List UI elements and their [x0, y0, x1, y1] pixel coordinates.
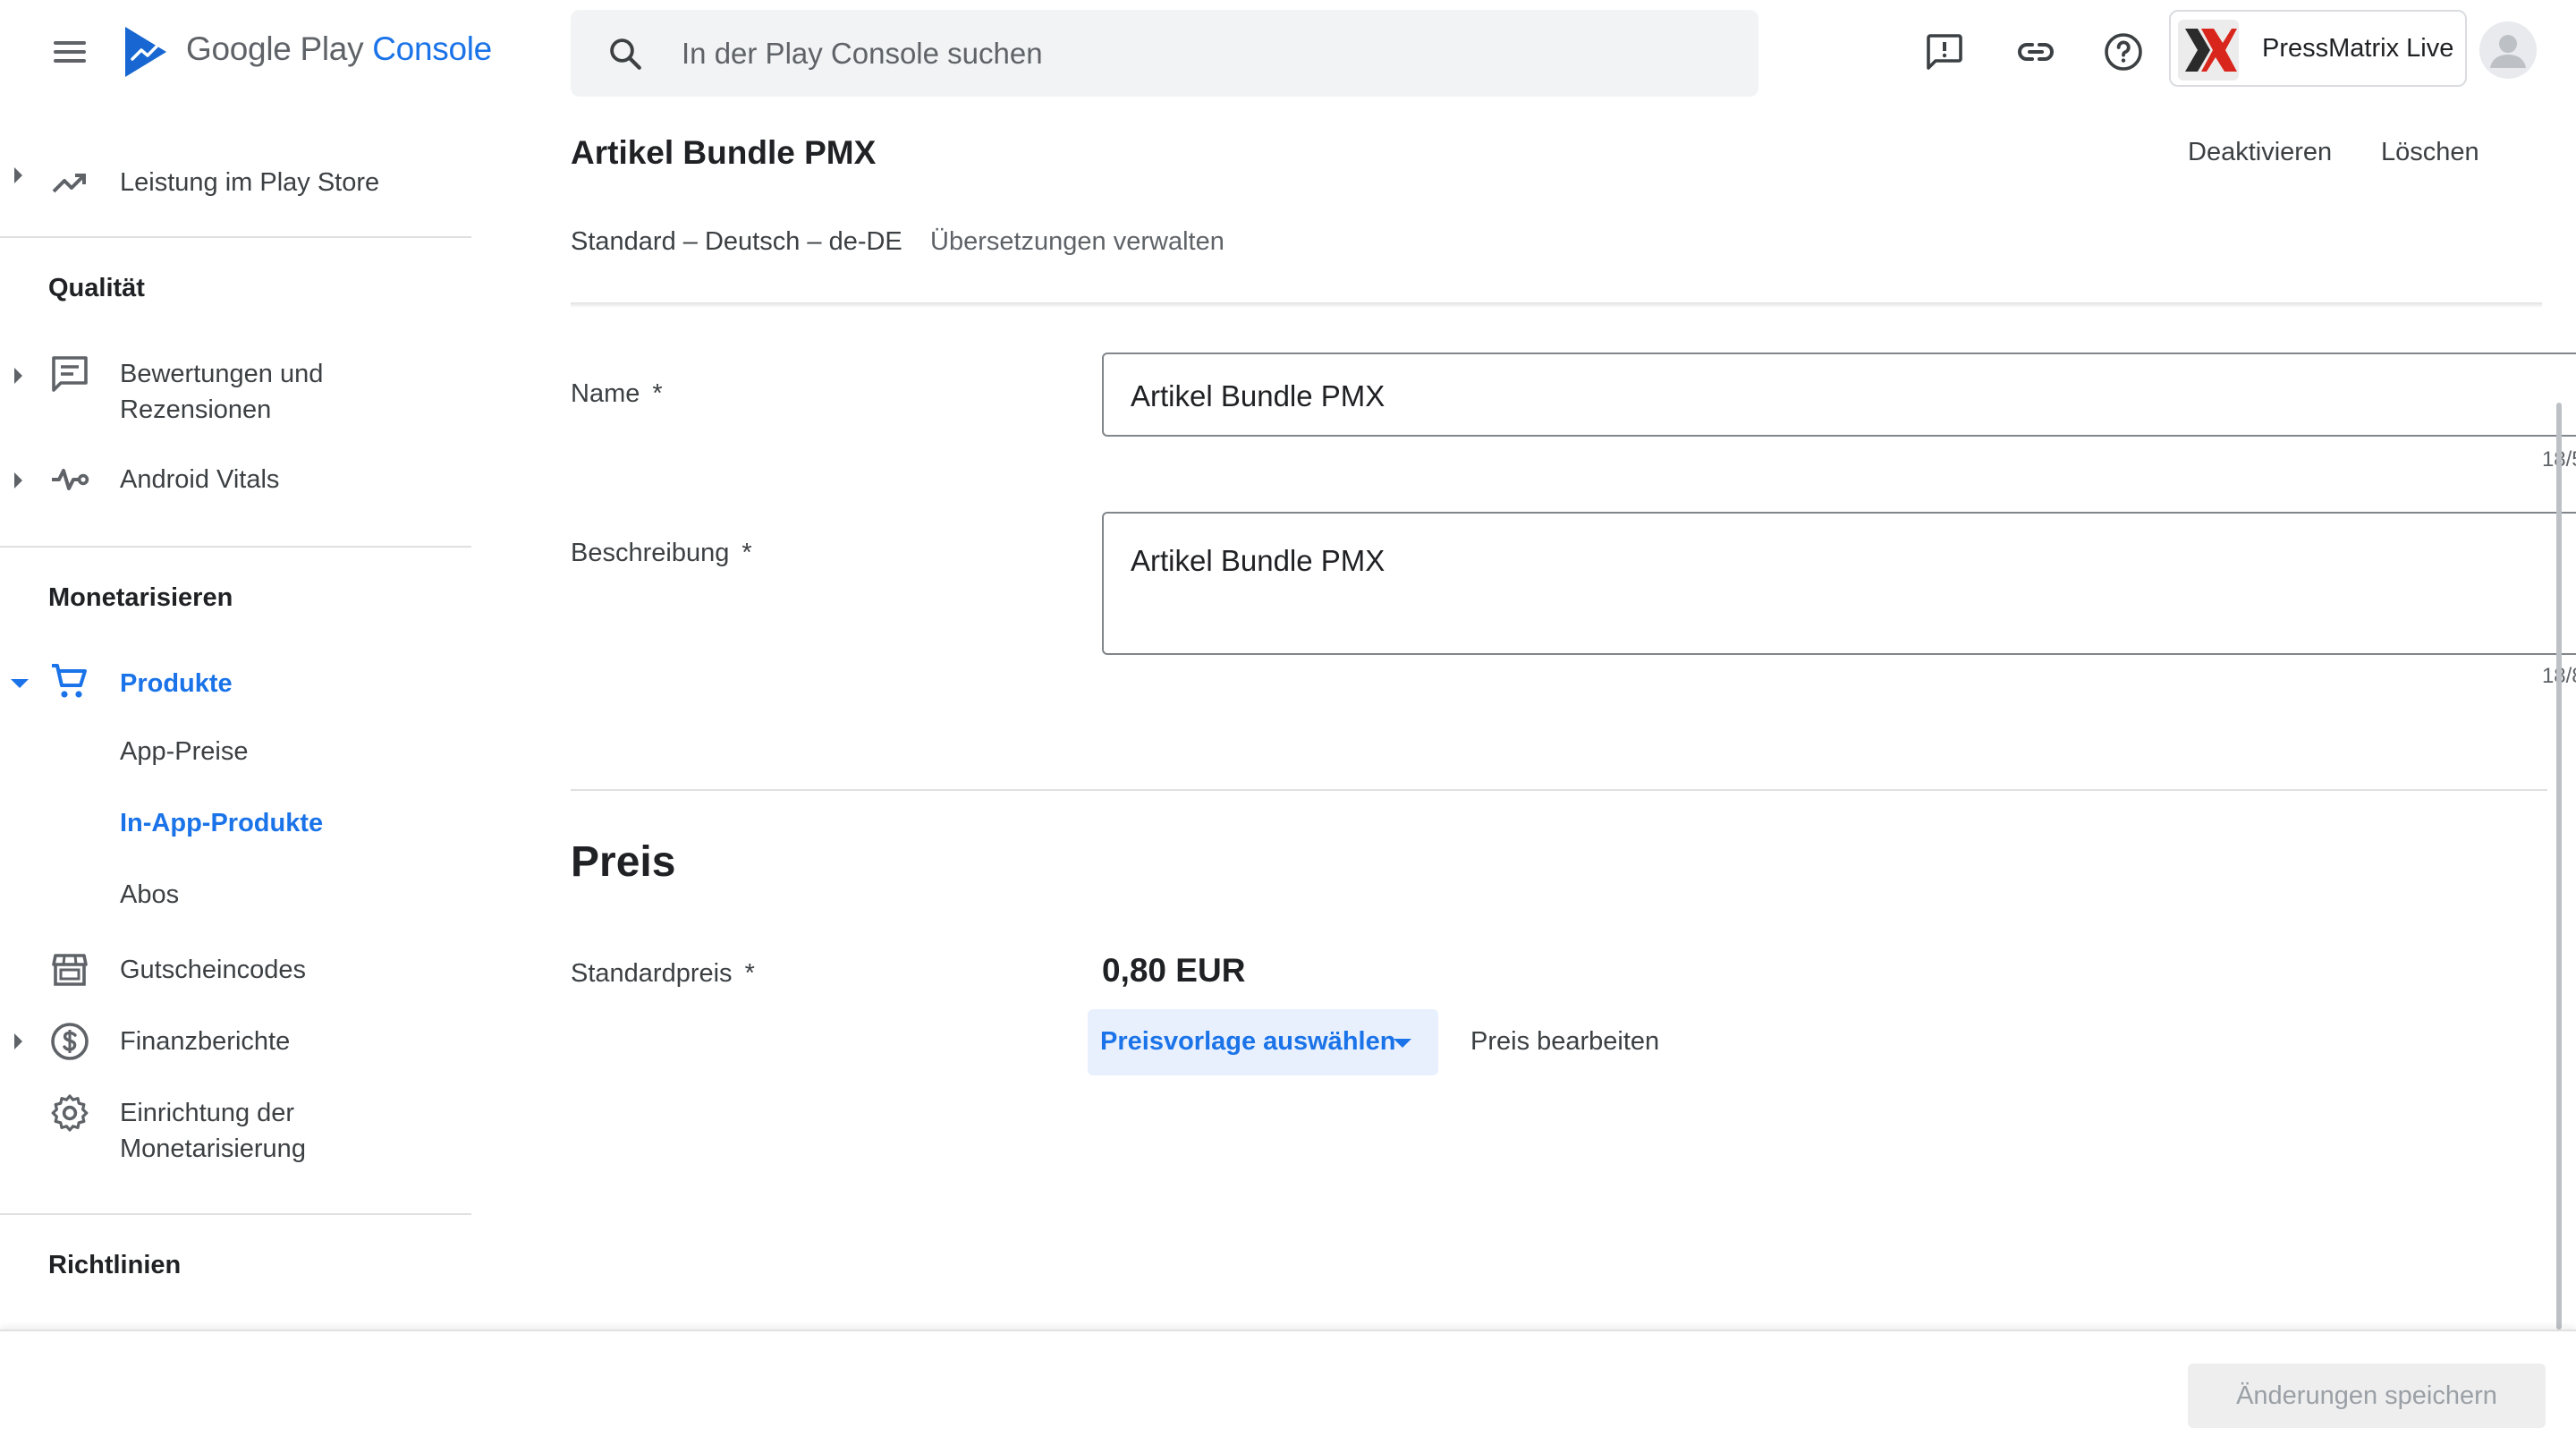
link-icon[interactable] — [2014, 30, 2057, 73]
deactivate-button[interactable]: Deaktivieren — [2188, 138, 2332, 167]
required-marker: * — [652, 379, 663, 408]
header-shadow-divider — [571, 302, 2542, 308]
search-icon — [610, 38, 641, 70]
menu-icon[interactable] — [45, 32, 95, 72]
name-label-text: Name — [571, 379, 640, 408]
footer-bar: Änderungen speichern — [0, 1330, 2576, 1453]
language-label: Standard – Deutsch – de-DE — [571, 227, 902, 256]
description-field[interactable]: Artikel Bundle PMX 18/80 — [1102, 512, 2576, 688]
save-changes-button[interactable]: Änderungen speichern — [2188, 1364, 2546, 1428]
sidebar-section-policy: Richtlinien — [48, 1251, 182, 1279]
sidebar-item-subscriptions[interactable]: Abos — [0, 867, 471, 930]
price-template-dropdown[interactable]: Preisvorlage auswählen — [1088, 1009, 1438, 1075]
name-field-label: Name * — [571, 379, 663, 409]
expand-arrow-icon[interactable] — [14, 1033, 22, 1049]
sidebar-item-label: Abos — [120, 880, 180, 909]
edit-price-button[interactable]: Preis bearbeiten — [1470, 1027, 1659, 1057]
sidebar-item-in-app-products[interactable]: In-App-Produkte — [0, 795, 471, 858]
gear-icon — [51, 1094, 89, 1132]
name-field-value[interactable]: Artikel Bundle PMX — [1131, 379, 1385, 413]
price-template-label: Preisvorlage auswählen — [1100, 1027, 1396, 1056]
dollar-icon — [51, 1023, 89, 1060]
price-section-title: Preis — [571, 838, 676, 886]
logo-console: Console — [372, 30, 492, 67]
help-icon[interactable] — [2102, 30, 2145, 73]
sidebar-item-label: App-Preise — [120, 737, 249, 766]
vitals-icon — [52, 469, 89, 490]
collapse-arrow-icon[interactable] — [11, 679, 29, 688]
sidebar-item-label: Finanzberichte — [120, 1027, 291, 1056]
app-logo-text: Google Play Console — [186, 30, 492, 68]
reviews-icon — [52, 356, 88, 392]
description-field-value[interactable]: Artikel Bundle PMX — [1131, 544, 1385, 578]
sidebar-item-label: Android Vitals — [120, 465, 280, 494]
sidebar-item-label: Leistung im Play Store — [120, 168, 380, 197]
logo-google-play: Google Play — [186, 30, 364, 67]
scrollbar-thumb[interactable] — [2556, 403, 2562, 1330]
account-name: PressMatrix Live — [2262, 34, 2454, 63]
sidebar-item-monetization-setup[interactable]: Einrichtung der Monetarisierung — [0, 1079, 471, 1177]
sidebar-item-label: Gutscheincodes — [120, 956, 306, 984]
expand-arrow-icon[interactable] — [14, 472, 22, 489]
sidebar-item-app-pricing[interactable]: App-Preise — [0, 724, 471, 786]
chevron-down-icon — [1394, 1039, 1411, 1048]
sidebar-item-products[interactable]: Produkte — [0, 650, 471, 718]
name-field[interactable]: Artikel Bundle PMX 18/55 — [1102, 353, 2576, 472]
default-price-label: Standardpreis * — [571, 959, 755, 989]
section-divider — [571, 789, 2547, 791]
default-price-label-text: Standardpreis — [571, 959, 733, 988]
sidebar-divider — [0, 236, 471, 238]
sidebar-divider — [0, 1213, 471, 1215]
top-app-bar: Google Play Console In der Play Console … — [0, 0, 2576, 104]
required-marker: * — [744, 959, 755, 988]
cart-icon — [52, 664, 87, 698]
sidebar-section-monetize: Monetarisieren — [48, 583, 233, 612]
sidebar-nav: Leistung im Play Store Qualität Bewertun… — [0, 104, 471, 1330]
page-title: Artikel Bundle PMX — [571, 134, 877, 171]
trending-up-icon — [52, 174, 86, 193]
delete-button[interactable]: Löschen — [2381, 138, 2479, 167]
sidebar-item-financial-reports[interactable]: Finanzberichte — [0, 1007, 471, 1075]
search-bar[interactable]: In der Play Console suchen — [571, 10, 1758, 97]
sidebar-item-label: Bewertungen und — [120, 360, 324, 388]
sidebar-item-store-performance[interactable]: Leistung im Play Store — [0, 149, 471, 217]
required-marker: * — [741, 539, 752, 567]
save-changes-label: Änderungen speichern — [2236, 1381, 2497, 1410]
user-avatar[interactable] — [2479, 21, 2537, 79]
description-label-text: Beschreibung — [571, 539, 730, 567]
feedback-icon[interactable] — [1923, 30, 1966, 73]
sidebar-item-label-line2: Monetarisierung — [120, 1134, 306, 1163]
sidebar-divider — [0, 546, 471, 548]
sidebar-item-ratings-reviews[interactable]: Bewertungen und Rezensionen — [0, 345, 471, 435]
sidebar-item-label: Produkte — [120, 669, 233, 698]
play-console-app: Google Play Console In der Play Console … — [0, 0, 2576, 1453]
description-field-label: Beschreibung * — [571, 539, 752, 568]
expand-arrow-icon[interactable] — [14, 368, 22, 384]
sidebar-item-label-line2: Rezensionen — [120, 395, 272, 424]
default-price-value: 0,80 EUR — [1102, 952, 1246, 989]
sidebar-item-label: Einrichtung der — [120, 1099, 295, 1127]
main-content: Artikel Bundle PMX Deaktivieren Löschen … — [571, 104, 2576, 1330]
sidebar-item-promo-codes[interactable]: Gutscheincodes — [0, 936, 471, 1004]
sidebar-section-quality: Qualität — [48, 274, 145, 302]
sidebar-item-label: In-App-Produkte — [120, 809, 324, 837]
store-icon — [52, 954, 88, 986]
account-switcher[interactable]: PressMatrix Live — [2169, 10, 2467, 87]
search-input[interactable]: In der Play Console suchen — [682, 37, 1043, 71]
person-icon — [2490, 35, 2526, 68]
play-console-logo-icon — [125, 27, 166, 77]
manage-translations-link[interactable]: Übersetzungen verwalten — [930, 227, 1224, 257]
pressmatrix-logo-icon — [2178, 20, 2239, 81]
sidebar-item-android-vitals[interactable]: Android Vitals — [0, 446, 471, 514]
expand-arrow-icon[interactable] — [14, 167, 22, 183]
